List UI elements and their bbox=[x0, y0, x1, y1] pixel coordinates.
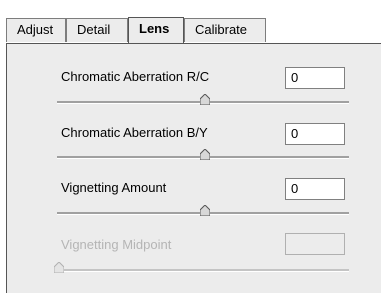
vignetting-amount-value-field[interactable]: 0 bbox=[285, 178, 345, 200]
vignetting-midpoint-slider-thumb bbox=[54, 262, 64, 273]
vignetting-amount-slider-thumb[interactable] bbox=[200, 205, 210, 216]
ca-rc-value-field[interactable]: 0 bbox=[285, 67, 345, 89]
ca-rc-label: Chromatic Aberration R/C bbox=[61, 69, 210, 84]
tab-lens[interactable]: Lens bbox=[128, 17, 184, 43]
lens-settings-window: Adjust Detail Lens Calibrate Chromatic A… bbox=[0, 0, 381, 293]
ca-rc-slider-thumb[interactable] bbox=[200, 94, 210, 105]
tab-calibrate[interactable]: Calibrate bbox=[184, 18, 266, 42]
ca-by-value-field[interactable]: 0 bbox=[285, 123, 345, 145]
tab-detail[interactable]: Detail bbox=[66, 18, 128, 42]
tab-adjust[interactable]: Adjust bbox=[6, 18, 66, 42]
vignetting-amount-label: Vignetting Amount bbox=[61, 180, 167, 195]
vignetting-midpoint-slider bbox=[57, 269, 349, 272]
tab-bar: Adjust Detail Lens Calibrate bbox=[6, 17, 381, 44]
vignetting-midpoint-label: Vignetting Midpoint bbox=[61, 237, 172, 252]
vignetting-midpoint-value-field bbox=[285, 233, 345, 255]
lens-panel: Chromatic Aberration R/C 0 Chromatic Abe… bbox=[6, 43, 381, 293]
ca-by-slider-thumb[interactable] bbox=[200, 149, 210, 160]
ca-by-label: Chromatic Aberration B/Y bbox=[61, 125, 208, 140]
